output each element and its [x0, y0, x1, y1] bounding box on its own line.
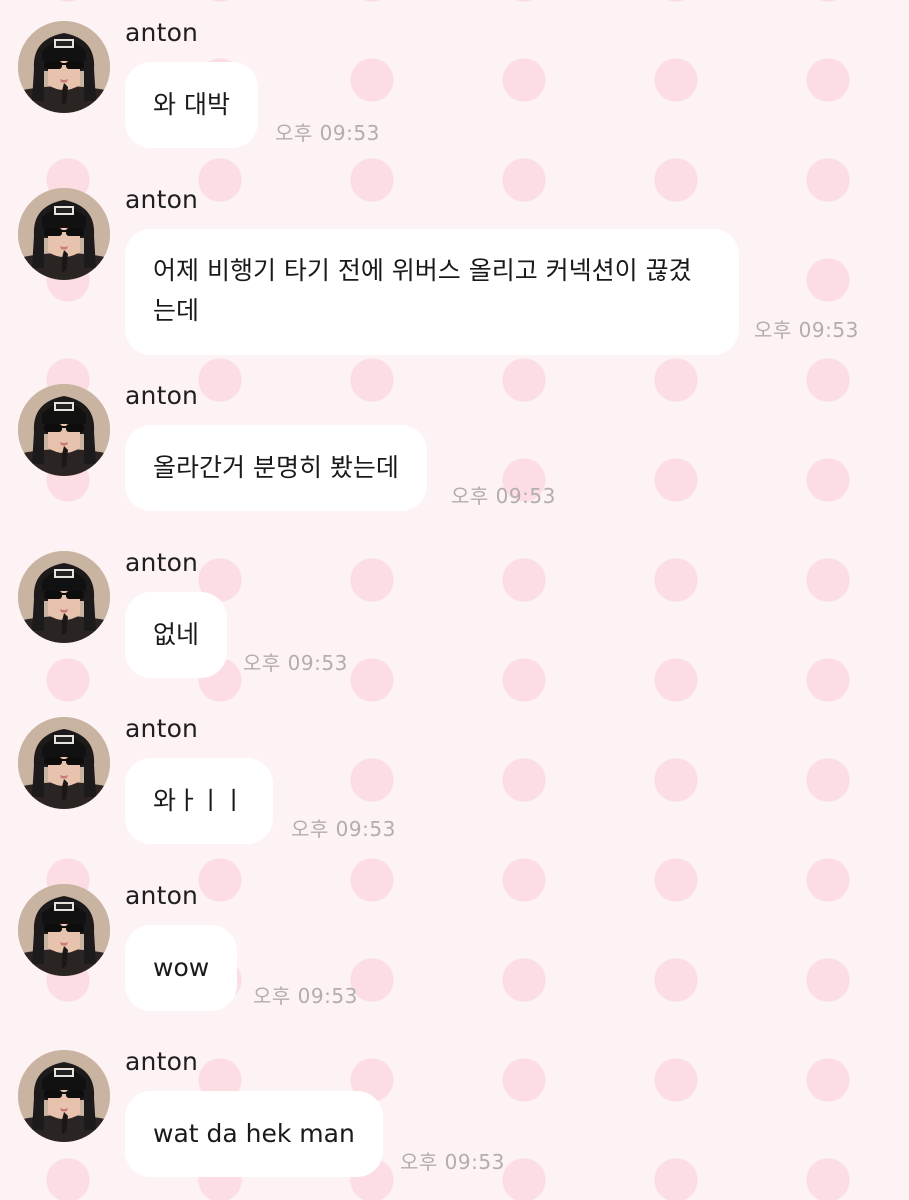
avatar-photo-icon: [18, 188, 110, 280]
avatar[interactable]: [18, 21, 110, 113]
message-timestamp: 오후 09:53: [451, 484, 556, 508]
sender-name: anton: [125, 185, 199, 214]
avatar[interactable]: [18, 188, 110, 280]
avatar[interactable]: [18, 717, 110, 809]
sender-name: anton: [125, 18, 199, 47]
message-timestamp: 오후 09:53: [400, 1150, 505, 1174]
avatar-photo-icon: [18, 1050, 110, 1142]
avatar-photo-icon: [18, 384, 110, 476]
message-bubble[interactable]: 올라간거 분명히 봤는데: [125, 425, 427, 511]
sender-name: anton: [125, 881, 199, 910]
message-bubble[interactable]: 어제 비행기 타기 전에 위버스 올리고 커넥션이 끊겼는데: [125, 229, 739, 355]
avatar-photo-icon: [18, 884, 110, 976]
sender-name: anton: [125, 548, 199, 577]
message-timestamp: 오후 09:53: [243, 651, 348, 675]
avatar-photo-icon: [18, 717, 110, 809]
sender-name: anton: [125, 381, 199, 410]
avatar[interactable]: [18, 1050, 110, 1142]
avatar[interactable]: [18, 884, 110, 976]
avatar[interactable]: [18, 384, 110, 476]
message-bubble[interactable]: 없네: [125, 592, 228, 678]
message-bubble[interactable]: wat da hek man: [125, 1091, 383, 1177]
message-timestamp: 오후 09:53: [253, 984, 358, 1008]
sender-name: anton: [125, 714, 199, 743]
message-bubble[interactable]: 와 대박: [125, 62, 258, 148]
chat-message-list[interactable]: anton 와 대박 오후 09:53 anton 어제 비행기 타기 전에 위…: [0, 0, 909, 1200]
avatar[interactable]: [18, 551, 110, 643]
avatar-photo-icon: [18, 551, 110, 643]
message-timestamp: 오후 09:53: [291, 817, 396, 841]
message-timestamp: 오후 09:53: [275, 121, 380, 145]
message-timestamp: 오후 09:53: [754, 318, 859, 342]
message-bubble[interactable]: wow: [125, 925, 238, 1011]
sender-name: anton: [125, 1047, 199, 1076]
message-bubble[interactable]: 와ㅏㅣㅣ: [125, 758, 274, 844]
avatar-photo-icon: [18, 21, 110, 113]
